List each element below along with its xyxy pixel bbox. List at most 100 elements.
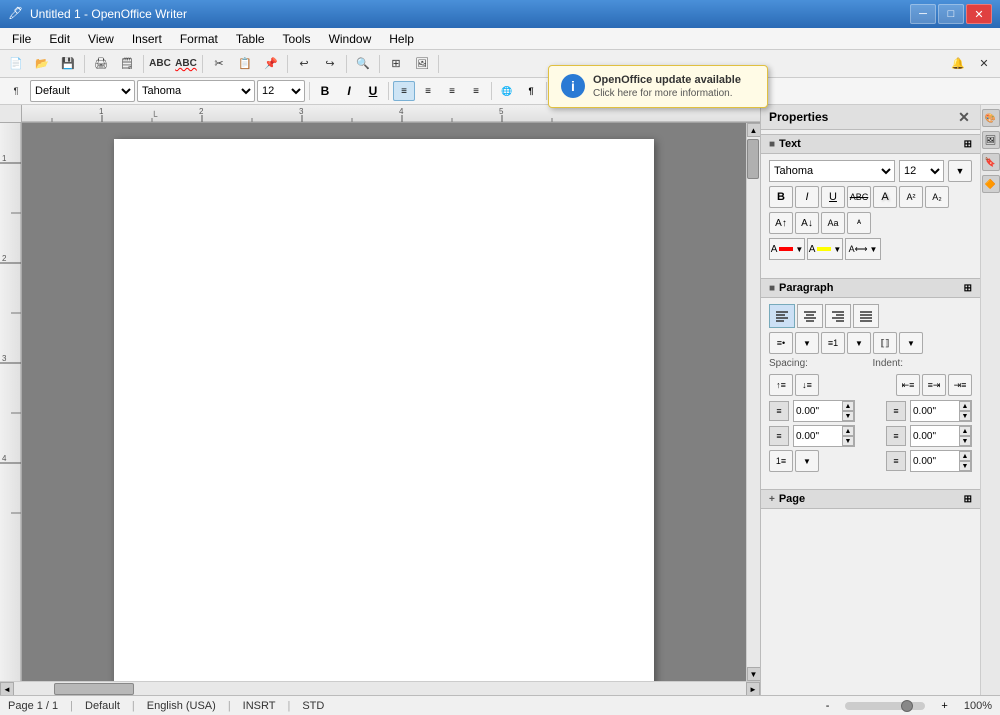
restore-button[interactable]: □ (938, 4, 964, 24)
menu-table[interactable]: Table (228, 30, 273, 48)
align-center-button[interactable]: ≡ (417, 81, 439, 101)
paragraph-section-header[interactable]: ■ Paragraph ⊞ (761, 278, 980, 298)
new-button[interactable]: 📄 (4, 53, 28, 75)
side-icon-3[interactable]: 🔖 (982, 153, 1000, 171)
prop-size-select[interactable]: 12 (899, 160, 944, 182)
char-format-button[interactable]: ¶ (520, 81, 542, 101)
para-align-justify[interactable] (853, 304, 879, 328)
open-button[interactable]: 📂 (30, 53, 54, 75)
autocorrect-button[interactable]: ABC (174, 53, 198, 75)
scroll-left-button[interactable]: ◄ (0, 682, 14, 695)
list-dropdown-button[interactable]: ▼ (795, 332, 819, 354)
prop-smallcaps-button[interactable]: ᴬ (847, 212, 871, 234)
prop-underline-button[interactable]: U (821, 186, 845, 208)
list-ordered-dropdown-button[interactable]: ▼ (847, 332, 871, 354)
list-ordered-prop-button[interactable]: ≡1 (821, 332, 845, 354)
update-icon[interactable]: 🔔 (946, 53, 970, 75)
line-spacing-button[interactable]: 1≡ (769, 450, 793, 472)
prop-strike-button[interactable]: ABC (847, 186, 871, 208)
size-dropdown[interactable]: 12 (257, 80, 305, 102)
prop-subscript-button[interactable]: A₂ (925, 186, 949, 208)
para-align-center[interactable] (797, 304, 823, 328)
indent-before-down[interactable]: ▼ (959, 411, 971, 421)
status-zoom-in-icon[interactable]: + (941, 700, 947, 712)
char-spacing-arrow[interactable]: ▼ (869, 245, 877, 254)
copy-button[interactable]: 📋 (233, 53, 257, 75)
properties-close-button[interactable]: ✕ (956, 109, 972, 125)
prop-shadow-button[interactable]: A (873, 186, 897, 208)
para-align-right[interactable] (825, 304, 851, 328)
scroll-down-button[interactable]: ▼ (747, 667, 761, 681)
printpreview-button[interactable]: 🗒 (115, 53, 139, 75)
paste-button[interactable]: 📌 (259, 53, 283, 75)
menu-format[interactable]: Format (172, 30, 226, 48)
language-button[interactable]: 🌐 (496, 81, 518, 101)
list-unordered-prop-button[interactable]: ≡• (769, 332, 793, 354)
prop-shrink-button[interactable]: A↓ (795, 212, 819, 234)
status-zoom-slider[interactable] (845, 702, 925, 710)
menu-edit[interactable]: Edit (41, 30, 78, 48)
status-zoom-out-icon[interactable]: - (826, 700, 830, 712)
menu-tools[interactable]: Tools (275, 30, 319, 48)
highlight-color-button[interactable]: A ▼ (807, 238, 843, 260)
menu-file[interactable]: File (4, 30, 39, 48)
line-spacing-dropdown[interactable]: ▼ (795, 450, 819, 472)
document-page[interactable] (114, 139, 654, 681)
align-right-button[interactable]: ≡ (441, 81, 463, 101)
line-spacing-up[interactable]: ▲ (959, 451, 971, 461)
menu-insert[interactable]: Insert (124, 30, 170, 48)
font-dropdown[interactable]: Tahoma (137, 80, 255, 102)
hscroll-thumb[interactable] (54, 683, 134, 695)
prop-grow-button[interactable]: A↑ (769, 212, 793, 234)
prop-bold-button[interactable]: B (769, 186, 793, 208)
indent-before-spinner[interactable]: ▲ ▼ (959, 401, 971, 421)
page-section-header[interactable]: + Page ⊞ (761, 489, 980, 509)
cut-button[interactable]: ✂ (207, 53, 231, 75)
spacing-above-down[interactable]: ▼ (842, 411, 854, 421)
indent-after-spinner[interactable]: ▲ ▼ (959, 426, 971, 446)
document-canvas[interactable] (22, 123, 746, 681)
table-button[interactable]: ⊞ (384, 53, 408, 75)
side-icon-1[interactable]: 🎨 (982, 109, 1000, 127)
redo-button[interactable]: ↪ (318, 53, 342, 75)
menu-view[interactable]: View (80, 30, 122, 48)
menu-help[interactable]: Help (381, 30, 422, 48)
prop-superscript-button[interactable]: A² (899, 186, 923, 208)
char-spacing-button[interactable]: A⟷ ▼ (845, 238, 881, 260)
scroll-right-button[interactable]: ► (746, 682, 760, 695)
print-button[interactable]: 🖨 (89, 53, 113, 75)
text-section-header[interactable]: ■ Text ⊞ (761, 134, 980, 154)
indent-before-up[interactable]: ▲ (959, 401, 971, 411)
para-wrap-button[interactable]: ⟦⟧ (873, 332, 897, 354)
spacing-below-spinner[interactable]: ▲ ▼ (842, 426, 854, 446)
indent-before-input[interactable] (911, 401, 959, 421)
indent-after-input[interactable] (911, 426, 959, 446)
close-doc-button[interactable]: ✕ (972, 53, 996, 75)
find-button[interactable]: 🔍 (351, 53, 375, 75)
menu-window[interactable]: Window (321, 30, 380, 48)
spacing-below-down[interactable]: ▼ (842, 436, 854, 446)
notification-popup[interactable]: i OpenOffice update available Click here… (548, 65, 768, 108)
font-color-button[interactable]: A ▼ (769, 238, 805, 260)
prop-caps-button[interactable]: Aa (821, 212, 845, 234)
zoom-thumb[interactable] (901, 700, 913, 712)
spacing-above-spinner[interactable]: ▲ ▼ (842, 401, 854, 421)
indent-after-up[interactable]: ▲ (959, 426, 971, 436)
prop-size-expand[interactable]: ▼ (948, 160, 972, 182)
prop-font-select[interactable]: Tahoma (769, 160, 895, 182)
save-button[interactable]: 💾 (56, 53, 80, 75)
undo-button[interactable]: ↩ (292, 53, 316, 75)
spacing-above-input[interactable] (794, 401, 842, 421)
minimize-button[interactable]: ─ (910, 4, 936, 24)
side-icon-2[interactable]: 🖼 (982, 131, 1000, 149)
close-button[interactable]: ✕ (966, 4, 992, 24)
spacing-below-up[interactable]: ▲ (842, 426, 854, 436)
font-color-arrow[interactable]: ▼ (795, 245, 803, 254)
indent-after-down[interactable]: ▼ (959, 436, 971, 446)
bold-button[interactable]: B (314, 81, 336, 101)
style-dropdown[interactable]: Default (30, 80, 135, 102)
underline-button[interactable]: U (362, 81, 384, 101)
spellcheck-button[interactable]: ABC (148, 53, 172, 75)
scroll-up-button[interactable]: ▲ (747, 123, 761, 137)
italic-button[interactable]: I (338, 81, 360, 101)
